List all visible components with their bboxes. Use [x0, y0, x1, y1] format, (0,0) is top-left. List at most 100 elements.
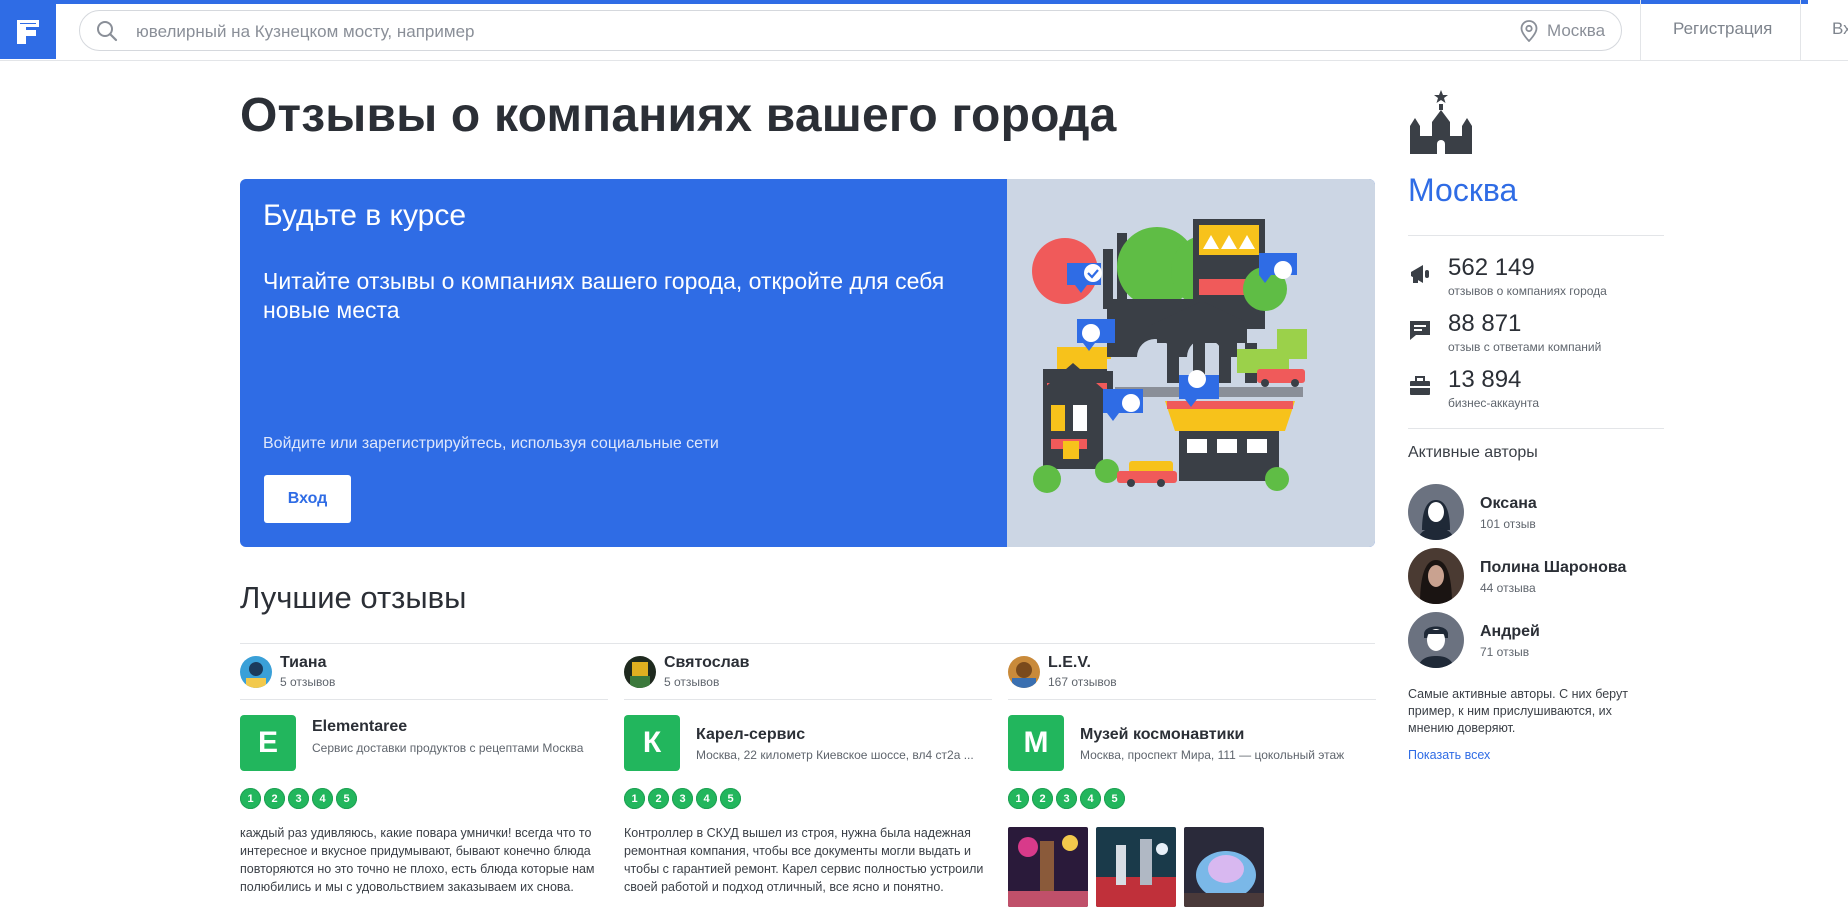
company-name[interactable]: Карел-сервис [696, 726, 805, 744]
page-title: Отзывы о компаниях вашего города [240, 89, 1117, 142]
rating-dot: 2 [1032, 788, 1053, 809]
stat-label: отзыв с ответами компаний [1448, 340, 1602, 354]
rating: 1 2 3 4 5 [1008, 788, 1128, 809]
avatar[interactable] [1408, 548, 1464, 604]
author-name[interactable]: Оксана [1480, 495, 1537, 513]
author-name[interactable]: Андрей [1480, 623, 1540, 641]
rating-dot: 5 [336, 788, 357, 809]
active-author[interactable]: Оксана 101 отзыв [1408, 484, 1665, 542]
active-author[interactable]: Андрей 71 отзыв [1408, 612, 1665, 670]
promo-banner: Будьте в курсе Читайте отзывы о компания… [240, 179, 1375, 547]
stat-business: 13 894 бизнес-аккаунта [1408, 366, 1665, 412]
card-divider [1008, 699, 1376, 700]
author-review-count: 71 отзыв [1480, 645, 1530, 659]
logo-icon [17, 19, 39, 44]
banner-title: Будьте в курсе [263, 199, 467, 232]
site-logo[interactable] [0, 0, 56, 59]
review-card: L.E.V. 167 отзывов М Музей космонавтики … [1008, 652, 1376, 918]
rating-dot: 4 [312, 788, 333, 809]
review-photo[interactable] [1008, 827, 1088, 907]
review-photo[interactable] [1184, 827, 1264, 907]
rating-dot: 5 [720, 788, 741, 809]
avatar[interactable] [624, 656, 656, 688]
author-name[interactable]: Святослав [664, 654, 750, 672]
search-icon[interactable] [96, 20, 118, 42]
top-header: Москва Регистрация Вх [0, 0, 1848, 61]
active-authors-note: Самые активные авторы. С них берут приме… [1408, 687, 1628, 735]
login-link[interactable]: Вх [1832, 19, 1848, 39]
company-name[interactable]: Музей космонавтики [1080, 726, 1244, 744]
company-description: Москва, 22 километр Киевское шоссе, вл4 … [696, 748, 974, 762]
header-divider [1800, 0, 1801, 60]
stat-value: 562 149 [1448, 254, 1535, 281]
author-name[interactable]: L.E.V. [1048, 654, 1091, 672]
login-button[interactable]: Вход [264, 475, 351, 523]
stat-label: бизнес-аккаунта [1448, 396, 1540, 410]
company-description: Москва, проспект Мира, 111 — цокольный э… [1080, 748, 1345, 762]
author-name[interactable]: Тиана [280, 654, 326, 672]
rating-dot: 4 [696, 788, 717, 809]
sidebar-divider [1408, 428, 1664, 429]
best-reviews-divider [240, 643, 1375, 644]
rating-dot: 1 [624, 788, 645, 809]
rating-dot: 4 [1080, 788, 1101, 809]
rating-dot: 3 [1056, 788, 1077, 809]
review-photo[interactable] [1096, 827, 1176, 907]
review-photos [1008, 827, 1272, 907]
rating-dot: 5 [1104, 788, 1125, 809]
company-logo[interactable]: E [240, 715, 296, 771]
author-review-count: 5 отзывов [664, 675, 720, 689]
banner-social-text: Войдите или зарегистрируйтесь, используя… [263, 435, 719, 452]
search-city[interactable]: Москва [1547, 21, 1605, 41]
rating-dot: 1 [1008, 788, 1029, 809]
author-review-count: 101 отзыв [1480, 517, 1536, 531]
chat-icon [1410, 321, 1430, 340]
sidebar-city[interactable]: Москва [1408, 172, 1517, 209]
megaphone-icon [1411, 265, 1429, 283]
search-input[interactable] [134, 20, 1238, 44]
city-illustration-image [1032, 219, 1307, 493]
card-divider [624, 699, 992, 700]
avatar[interactable] [1408, 612, 1464, 668]
avatar[interactable] [1408, 484, 1464, 540]
stat-reviews: 562 149 отзывов о компаниях города [1408, 254, 1665, 300]
city-illustration [1007, 179, 1375, 547]
rating: 1 2 3 4 5 [624, 788, 744, 809]
company-logo[interactable]: М [1008, 715, 1064, 771]
avatar[interactable] [1008, 656, 1040, 688]
header-divider [1640, 0, 1641, 60]
stat-value: 88 871 [1448, 310, 1522, 337]
rating-dot: 3 [288, 788, 309, 809]
avatar[interactable] [240, 656, 272, 688]
company-logo[interactable]: К [624, 715, 680, 771]
author-review-count: 44 отзыва [1480, 581, 1536, 595]
search-bar: Москва [79, 10, 1622, 51]
briefcase-icon [1410, 376, 1430, 395]
rating-dot: 2 [648, 788, 669, 809]
company-description: Сервис доставки продуктов с рецептами Мо… [312, 741, 584, 755]
active-author[interactable]: Полина Шаронова 44 отзыва [1408, 548, 1665, 606]
header-accent-line [56, 0, 1808, 4]
review-card: Святослав 5 отзывов К Карел-сервис Москв… [624, 652, 992, 918]
location-pin-icon[interactable] [1520, 20, 1538, 42]
stat-answers: 88 871 отзыв с ответами компаний [1408, 310, 1665, 356]
banner-text: Читайте отзывы о компаниях вашего города… [263, 268, 945, 323]
rating-dot: 2 [264, 788, 285, 809]
author-name[interactable]: Полина Шаронова [1480, 559, 1626, 577]
rating: 1 2 3 4 5 [240, 788, 360, 809]
active-authors-title: Активные авторы [1408, 444, 1538, 461]
author-review-count: 167 отзывов [1048, 675, 1117, 689]
card-divider [240, 699, 608, 700]
rating-dot: 1 [240, 788, 261, 809]
review-text[interactable]: каждый раз удивляюсь, какие повара умнич… [240, 824, 608, 896]
show-all-authors-link[interactable]: Показать всех [1408, 748, 1490, 762]
company-name[interactable]: Elementaree [312, 718, 407, 736]
author-review-count: 5 отзывов [280, 675, 336, 689]
review-text[interactable]: Контроллер в СКУД вышел из строя, нужна … [624, 824, 992, 896]
register-link[interactable]: Регистрация [1673, 19, 1772, 39]
kremlin-icon [1410, 90, 1472, 154]
sidebar-divider [1408, 235, 1664, 236]
best-reviews-title: Лучшие отзывы [240, 580, 467, 615]
review-card: Тиана 5 отзывов E Elementaree Сервис дос… [240, 652, 608, 918]
stat-label: отзывов о компаниях города [1448, 284, 1607, 298]
